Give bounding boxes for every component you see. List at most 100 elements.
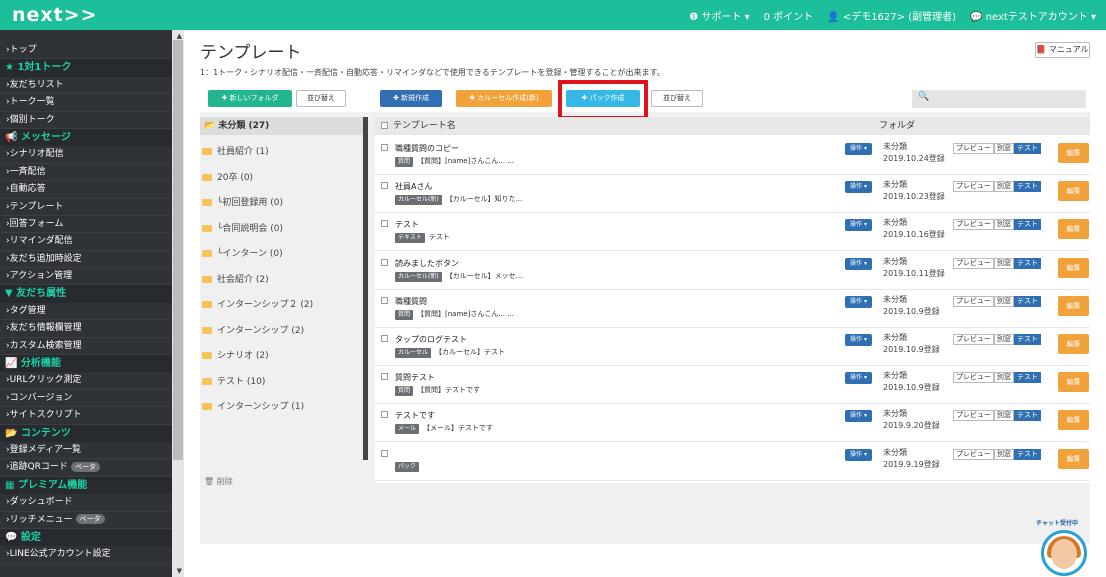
sidebar-item[interactable]: ›一斉配信 <box>0 164 172 182</box>
template-name[interactable]: タップのログテスト <box>395 334 467 345</box>
template-name[interactable]: 読みましたボタン <box>395 258 459 269</box>
sidebar-item[interactable]: ›個別トーク <box>0 112 172 129</box>
support-menu[interactable]: ❶ サポート ▾ <box>689 8 749 23</box>
sidebar-item[interactable]: ›追跡QRコード ベータ <box>0 459 172 477</box>
sidebar-item[interactable]: ›トップ <box>0 42 172 60</box>
separate-window-button[interactable]: 別窓 <box>994 372 1014 384</box>
template-name[interactable]: 職種質問 <box>395 296 427 307</box>
folder-item[interactable]: インターンシップ (2) <box>202 323 304 336</box>
operation-dropdown[interactable]: 操作 ▾ <box>845 143 872 155</box>
preview-button[interactable]: プレビュー <box>953 448 994 460</box>
folder-item[interactable]: 20卒 (0) <box>202 170 253 183</box>
test-button[interactable]: テスト <box>1014 334 1041 345</box>
operation-dropdown[interactable]: 操作 ▾ <box>845 372 872 385</box>
preview-button[interactable]: プレビュー <box>953 143 994 154</box>
preview-button[interactable]: プレビュー <box>953 257 994 269</box>
row-checkbox[interactable] <box>381 373 388 381</box>
sidebar-item[interactable]: ›LINE公式アカウント設定 <box>0 546 172 564</box>
separate-window-button[interactable]: 別窓 <box>994 257 1014 269</box>
folder-item[interactable]: テスト (10) <box>202 374 265 387</box>
preview-button[interactable]: プレビュー <box>953 372 994 384</box>
manual-button[interactable]: 📕 マニュアル <box>1035 42 1090 58</box>
points-link[interactable]: 0 ポイント <box>764 8 814 23</box>
row-checkbox[interactable] <box>381 258 388 266</box>
sidebar-item[interactable]: ›コンバージョン <box>0 390 172 408</box>
template-name[interactable]: 社員Aさん <box>395 181 432 192</box>
test-button[interactable]: テスト <box>1014 372 1041 384</box>
template-name[interactable]: 職種質問のコピー <box>395 143 459 154</box>
preview-button[interactable]: プレビュー <box>953 334 994 345</box>
folder-uncategorized[interactable]: 📂 未分類 (27) <box>200 117 363 135</box>
separate-window-button[interactable]: 別窓 <box>994 219 1014 231</box>
template-name[interactable]: 質問テスト <box>395 372 435 383</box>
row-checkbox[interactable] <box>381 182 388 190</box>
operation-dropdown[interactable]: 操作 ▾ <box>845 448 872 461</box>
operator-avatar[interactable] <box>1041 530 1087 576</box>
folder-item[interactable]: └合同説明会 (0) <box>202 221 283 234</box>
carousel-create-button[interactable]: ✚ カルーセル作成(新) <box>456 90 552 107</box>
edit-button[interactable]: 編集 <box>1058 334 1089 354</box>
row-checkbox[interactable] <box>381 449 388 457</box>
sidebar-item[interactable]: ›カスタム検索管理 <box>0 338 172 356</box>
sidebar-item[interactable]: ›自動応答 <box>0 181 172 199</box>
folder-item[interactable]: └インターン (0) <box>202 246 283 259</box>
chat-widget[interactable]: チャット受付中 <box>1032 518 1102 577</box>
sidebar-item[interactable]: ›友だち追加時設定 <box>0 251 172 269</box>
edit-button[interactable]: 編集 <box>1058 143 1089 163</box>
separate-window-button[interactable]: 別窓 <box>994 295 1014 307</box>
edit-button[interactable]: 編集 <box>1058 410 1089 431</box>
operation-dropdown[interactable]: 操作 ▾ <box>845 410 872 423</box>
folder-item[interactable]: インターンシップ (1) <box>202 399 304 412</box>
edit-button[interactable]: 編集 <box>1058 372 1089 393</box>
operation-dropdown[interactable]: 操作 ▾ <box>845 181 872 194</box>
sidebar-item[interactable]: ›リマインダ配信 <box>0 233 172 251</box>
sidebar-scrollbar[interactable]: ▲ ▼ <box>172 30 184 577</box>
folder-item[interactable]: 社員紹介 (1) <box>202 144 269 157</box>
template-sort-button[interactable]: 並び替え <box>651 90 703 107</box>
folder-item[interactable]: シナリオ (2) <box>202 348 269 361</box>
folder-item[interactable]: インターンシップ２ (2) <box>202 297 313 310</box>
search-input[interactable]: 🔍 <box>912 90 1086 108</box>
sidebar-item[interactable]: ›友だち情報欄管理 <box>0 320 172 338</box>
sidebar-item[interactable]: ›URLクリック測定 <box>0 372 172 390</box>
row-checkbox[interactable] <box>381 220 388 228</box>
new-folder-button[interactable]: ✚ 新しいフォルダ <box>208 90 292 107</box>
delete-folder-button[interactable]: 🗑 削除 <box>204 476 233 487</box>
preview-button[interactable]: プレビュー <box>953 219 994 231</box>
test-button[interactable]: テスト <box>1014 181 1041 193</box>
edit-button[interactable]: 編集 <box>1058 295 1089 316</box>
account-menu[interactable]: 💬 nextテストアカウント ▾ <box>970 8 1096 23</box>
sidebar-item[interactable]: ›テンプレート <box>0 199 172 216</box>
folder-sort-button[interactable]: 並び替え <box>296 90 346 107</box>
user-menu[interactable]: 👤 <デモ1627> (副管理者) <box>827 8 956 23</box>
edit-button[interactable]: 編集 <box>1058 219 1089 240</box>
separate-window-button[interactable]: 別窓 <box>994 448 1014 460</box>
separate-window-button[interactable]: 別窓 <box>994 410 1014 422</box>
row-checkbox[interactable] <box>381 296 388 304</box>
sidebar-item[interactable]: ›シナリオ配信 <box>0 146 172 164</box>
sidebar-item[interactable]: ›トーク一覧 <box>0 94 172 112</box>
test-button[interactable]: テスト <box>1014 143 1041 154</box>
new-template-button[interactable]: ✚ 新規作成 <box>380 90 442 107</box>
test-button[interactable]: テスト <box>1014 448 1041 460</box>
folder-item[interactable]: └初回登録用 (0) <box>202 195 283 208</box>
scroll-thumb[interactable] <box>173 40 183 460</box>
sidebar-item[interactable]: ›リッチメニュー ベータ <box>0 512 172 529</box>
separate-window-button[interactable]: 別窓 <box>994 181 1014 193</box>
scroll-down-icon[interactable]: ▼ <box>177 567 182 575</box>
edit-button[interactable]: 編集 <box>1058 257 1089 278</box>
test-button[interactable]: テスト <box>1014 295 1041 307</box>
sidebar-item[interactable]: ›ダッシュボード <box>0 494 172 512</box>
sidebar-item[interactable]: ›登録メディア一覧 <box>0 442 172 460</box>
operation-dropdown[interactable]: 操作 ▾ <box>845 219 872 232</box>
separate-window-button[interactable]: 別窓 <box>994 143 1014 154</box>
operation-dropdown[interactable]: 操作 ▾ <box>845 334 872 346</box>
template-name[interactable]: テスト <box>395 219 419 230</box>
preview-button[interactable]: プレビュー <box>953 295 994 307</box>
preview-button[interactable]: プレビュー <box>953 410 994 422</box>
row-checkbox[interactable] <box>381 144 388 151</box>
template-name[interactable]: テストです <box>395 410 435 421</box>
operation-dropdown[interactable]: 操作 ▾ <box>845 257 872 270</box>
edit-button[interactable]: 編集 <box>1058 448 1089 469</box>
row-checkbox[interactable] <box>381 335 388 342</box>
